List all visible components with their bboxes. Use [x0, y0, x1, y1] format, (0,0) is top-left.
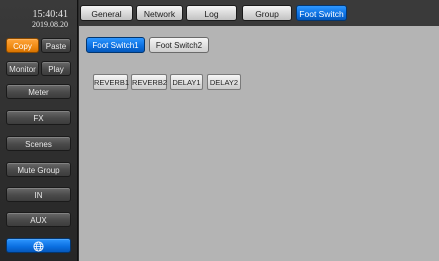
clock-time: 15:40:41 [32, 9, 68, 20]
top-tab-bar: General Network Log Group Setup Foot Swi… [79, 0, 439, 35]
reverb2-button[interactable]: REVERB2 [131, 74, 167, 90]
paste-button[interactable]: Paste [41, 38, 71, 53]
meter-button[interactable]: Meter [6, 84, 71, 99]
monitor-button[interactable]: Monitor [6, 61, 39, 76]
reverb1-button[interactable]: REVERB1 [93, 74, 129, 90]
globe-icon [33, 241, 44, 252]
tab-network[interactable]: Network [136, 5, 183, 21]
clock: 15:40:41 2019.08.20 [0, 9, 78, 30]
foot-switch2-tab[interactable]: Foot Switch2 [149, 37, 209, 53]
delay1-button[interactable]: DELAY1 [170, 74, 203, 90]
foot-switch1-tab[interactable]: Foot Switch1 [86, 37, 145, 53]
delay2-button[interactable]: DELAY2 [207, 74, 241, 90]
scenes-button[interactable]: Scenes [6, 136, 71, 151]
foot-switch-panel: Foot Switch1 Foot Switch2 REVERB1 REVERB… [79, 26, 439, 261]
globe-button[interactable] [6, 238, 71, 253]
copy-button[interactable]: Copy [6, 38, 39, 53]
left-sidebar: 15:40:41 2019.08.20 Copy Paste Monitor P… [0, 0, 78, 261]
tab-group-setup[interactable]: Group Setup [242, 5, 292, 35]
tab-log[interactable]: Log [186, 5, 237, 21]
tab-general[interactable]: General [80, 5, 133, 21]
in-button[interactable]: IN [6, 187, 71, 202]
tab-foot-switch[interactable]: Foot Switch [296, 5, 347, 21]
play-button[interactable]: Play [41, 61, 71, 76]
clock-date: 2019.08.20 [32, 20, 68, 29]
mute-group-button[interactable]: Mute Group [6, 162, 71, 177]
fx-button[interactable]: FX [6, 110, 71, 125]
aux-button[interactable]: AUX [6, 212, 71, 227]
